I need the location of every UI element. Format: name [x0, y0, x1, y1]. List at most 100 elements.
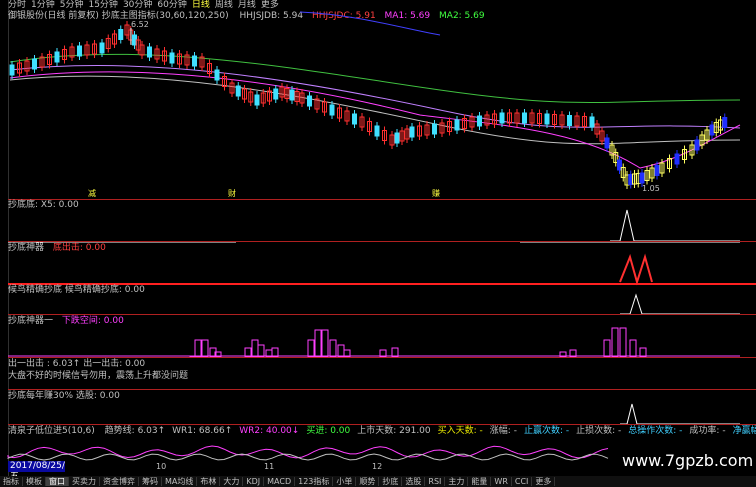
ma-line-green	[9, 53, 741, 103]
panel7-item-7: 止赢次数: -	[523, 426, 570, 436]
candle-body	[432, 123, 437, 135]
watermark: www.7gpzb.com	[622, 451, 754, 470]
panel3-spike	[620, 293, 740, 315]
indicator-tab-18[interactable]: 能量	[468, 477, 492, 486]
panel-separator	[8, 424, 756, 425]
candle-body	[722, 117, 728, 128]
panel4-bar	[619, 327, 627, 358]
candle-body	[567, 115, 572, 126]
panel6-spike	[620, 403, 740, 425]
indicator-tab-7[interactable]: 布林	[197, 477, 221, 486]
candle-body	[709, 124, 715, 136]
candle-body	[409, 126, 415, 138]
axis-label-12: 12	[372, 462, 383, 471]
panel-separator	[8, 389, 756, 390]
indicator-tab-20[interactable]: CCI	[511, 477, 533, 486]
indicator-tab-3[interactable]: 买卖力	[69, 477, 100, 486]
candle-body	[169, 52, 175, 64]
panel-separator	[8, 199, 756, 200]
panel7-item-9: 总操作次数: -	[628, 426, 683, 436]
panel-separator	[8, 241, 756, 242]
candle-body	[639, 172, 645, 184]
axis-label-11: 11	[264, 462, 275, 471]
panel7-item-4: 上市天数: 291.00	[357, 426, 431, 436]
indicator-tab-0[interactable]: 指标	[0, 477, 23, 486]
axis-label-10: 10	[156, 462, 167, 471]
candle-body	[214, 69, 220, 81]
panel7-item-10: 成功率: -	[689, 426, 726, 436]
ma-line-magenta	[9, 71, 741, 169]
indicator-tab-bar: 指标 模板 窗口 买卖力 资金博弈 筹码 MA均线 布林 大力 KDJ MACD 123指标 小单 顺势抄…	[0, 476, 756, 487]
candle-body	[374, 125, 380, 137]
candle-body	[235, 85, 241, 97]
panel4-bar	[629, 339, 637, 358]
panel4-bar	[603, 339, 611, 358]
indicator-tab-14[interactable]: 抄底	[379, 477, 403, 486]
panel6-title: 抄底每年赚30% 选股: 0.00	[8, 391, 120, 401]
panel5-line1: 出一出击 : 6.03↑ 出一出击: 0.00	[8, 359, 146, 369]
candle-body	[454, 119, 460, 131]
panel7-item-5: 买入天数: -	[437, 426, 483, 436]
panel4-bar	[314, 329, 322, 358]
candle-body	[77, 45, 82, 57]
panel4-bar	[194, 339, 202, 358]
indicator-tab-1[interactable]: 模板	[23, 477, 46, 486]
panel7-item-3: 买进: 0.00	[306, 426, 351, 436]
indicator-tab-4[interactable]: 资金博弈	[100, 477, 139, 486]
panel2-title: 抄底神器 底出击: 0.00	[8, 243, 106, 253]
panel7-item-6: 涨幅: -	[489, 426, 517, 436]
candle-body	[589, 116, 595, 128]
indicator-tab-16[interactable]: RSI	[425, 477, 446, 486]
indicator-tab-21[interactable]: 更多	[532, 477, 556, 486]
indicator-tab-8[interactable]: 大力	[220, 477, 244, 486]
indicator-tab-9[interactable]: KDJ	[243, 477, 265, 486]
panel4-bar	[251, 339, 259, 358]
signal-label-2: 财	[228, 189, 236, 198]
low-price-label: 1.05	[642, 184, 660, 193]
panel7-item-8: 止损次数: -	[576, 426, 622, 436]
indicator-tab-5[interactable]: 筹码	[139, 477, 162, 486]
indicator-tab-12[interactable]: 小单	[333, 477, 357, 486]
candle-body	[54, 51, 60, 63]
candle-body	[674, 153, 680, 165]
panel3-title: 候鸟精确抄底 候鸟精确抄底: 0.00	[8, 285, 145, 295]
candle-body	[32, 58, 37, 70]
indicator-tab-19[interactable]: WR	[491, 477, 512, 486]
candle-body	[394, 132, 400, 144]
panel-separator	[8, 314, 756, 315]
candle-body	[477, 115, 482, 127]
panel4-bar	[307, 339, 315, 358]
panel7-item-11: 净赢幅: -	[732, 426, 756, 436]
ma-line-blue	[299, 11, 441, 36]
indicator-tab-13[interactable]: 顺势	[356, 477, 380, 486]
panel7-item-1: WR1: 68.66↑	[172, 426, 233, 436]
candle-body	[654, 165, 660, 176]
high-price-label: 6.52	[131, 20, 149, 29]
panel4-bar	[257, 344, 265, 358]
candle-body	[544, 113, 550, 125]
indicator-tab-2[interactable]: 窗口	[46, 477, 69, 486]
indicator-tab-15[interactable]: 选股	[402, 477, 426, 486]
panel4-bar	[201, 339, 209, 358]
candle-body	[147, 46, 152, 58]
panel4-bar	[611, 327, 619, 358]
panel4-bar	[329, 339, 337, 358]
candle-body	[352, 113, 357, 125]
indicator-tab-11[interactable]: 123指标	[295, 477, 334, 486]
candle-body	[604, 137, 610, 149]
indicator-tab-6[interactable]: MA均线	[162, 477, 198, 486]
panel1-spike	[610, 209, 740, 242]
candle-body	[329, 104, 335, 116]
panel7-title: 清泉子低位进5(10,6) 趋势线: 6.03↑ WR1: 68.66↑ WR2: …	[8, 426, 756, 437]
panel4-bar	[337, 344, 345, 358]
candle-body	[289, 89, 295, 101]
signal-label-3: 赚	[432, 189, 440, 198]
indicator-tab-17[interactable]: 主力	[445, 477, 469, 486]
panel7-wr-line	[7, 445, 609, 459]
panel5-line2: 大盘不好的时候信号勿用，震荡上升都没问题	[8, 371, 189, 381]
candle-body	[118, 29, 124, 40]
panel7-item-0: 趋势线: 6.03↑	[104, 426, 166, 436]
chart-canvas	[7, 11, 741, 461]
indicator-tab-10[interactable]: MACD	[264, 477, 296, 486]
candle-body	[694, 139, 700, 151]
